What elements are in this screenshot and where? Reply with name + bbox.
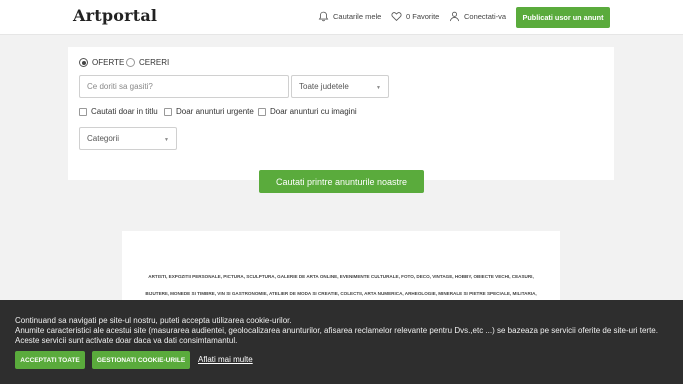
category-select-value: Categorii bbox=[87, 134, 120, 143]
checkbox-title-only[interactable]: Cautati doar in titlu bbox=[79, 107, 158, 116]
login-label: Conectati-va bbox=[464, 12, 507, 21]
checkbox-urgent-box bbox=[164, 107, 172, 116]
checkbox-title-only-box bbox=[79, 107, 87, 116]
checkbox-with-images-label: Doar anunturi cu imagini bbox=[270, 107, 357, 116]
radio-offers[interactable]: OFERTE bbox=[79, 58, 124, 67]
publish-ad-button[interactable]: Publicati usor un anunt bbox=[516, 7, 610, 28]
cookie-message-line: Continuand sa navigati pe site-ul nostru… bbox=[15, 316, 292, 325]
checkbox-title-only-label: Cautati doar in titlu bbox=[91, 107, 158, 116]
cookie-message-line: Anumite caracteristici ale acestui site … bbox=[15, 326, 658, 335]
cookie-message-line: Aceste servicii sunt activate doar daca … bbox=[15, 336, 238, 345]
search-form: OFERTE CERERI Toate judetele ▼ Cautati d… bbox=[68, 47, 614, 180]
saved-searches-label: Cautarile mele bbox=[333, 12, 382, 21]
saved-searches-link[interactable]: Cautarile mele bbox=[318, 11, 381, 22]
user-icon bbox=[449, 11, 460, 22]
search-submit-button[interactable]: Cautati printre anunturile noastre bbox=[259, 170, 424, 193]
radio-offers-dot bbox=[79, 58, 88, 67]
favorites-link[interactable]: 0 Favorite bbox=[391, 11, 439, 22]
site-logo[interactable]: Artportal bbox=[73, 6, 157, 25]
chevron-down-icon: ▼ bbox=[164, 136, 169, 143]
checkbox-urgent-label: Doar anunturi urgente bbox=[176, 107, 254, 116]
favorites-label: 0 Favorite bbox=[406, 12, 440, 21]
heart-icon bbox=[391, 12, 402, 22]
categories-line[interactable]: ARTISTI, EXPOZITII PERSONALE, PICTURA, S… bbox=[140, 268, 542, 285]
checkbox-urgent[interactable]: Doar anunturi urgente bbox=[164, 107, 254, 116]
radio-requests[interactable]: CERERI bbox=[126, 58, 169, 67]
cookie-message: Continuand sa navigati pe site-ul nostru… bbox=[15, 316, 675, 346]
radio-requests-dot bbox=[126, 58, 135, 67]
search-input[interactable] bbox=[79, 75, 289, 98]
accept-all-cookies-button[interactable]: ACCEPTATI TOATE bbox=[15, 351, 85, 369]
categories-list: ARTISTI, EXPOZITII PERSONALE, PICTURA, S… bbox=[140, 268, 542, 302]
site-header: Artportal Cautarile mele 0 Favorite Cone… bbox=[0, 0, 683, 35]
county-select[interactable]: Toate judetele ▼ bbox=[291, 75, 389, 98]
checkbox-with-images-box bbox=[258, 107, 266, 116]
radio-offers-label: OFERTE bbox=[92, 58, 125, 67]
chevron-down-icon: ▼ bbox=[376, 84, 381, 91]
category-select[interactable]: Categorii ▼ bbox=[79, 127, 177, 150]
radio-requests-label: CERERI bbox=[139, 58, 170, 67]
county-select-value: Toate judetele bbox=[299, 82, 349, 91]
bell-icon bbox=[318, 11, 329, 22]
login-link[interactable]: Conectati-va bbox=[449, 11, 506, 22]
learn-more-link[interactable]: Aflati mai multe bbox=[198, 355, 253, 364]
cookie-banner: Continuand sa navigati pe site-ul nostru… bbox=[0, 300, 683, 384]
checkbox-with-images[interactable]: Doar anunturi cu imagini bbox=[258, 107, 357, 116]
manage-cookies-button[interactable]: GESTIONATI COOKIE-URILE bbox=[92, 351, 190, 369]
